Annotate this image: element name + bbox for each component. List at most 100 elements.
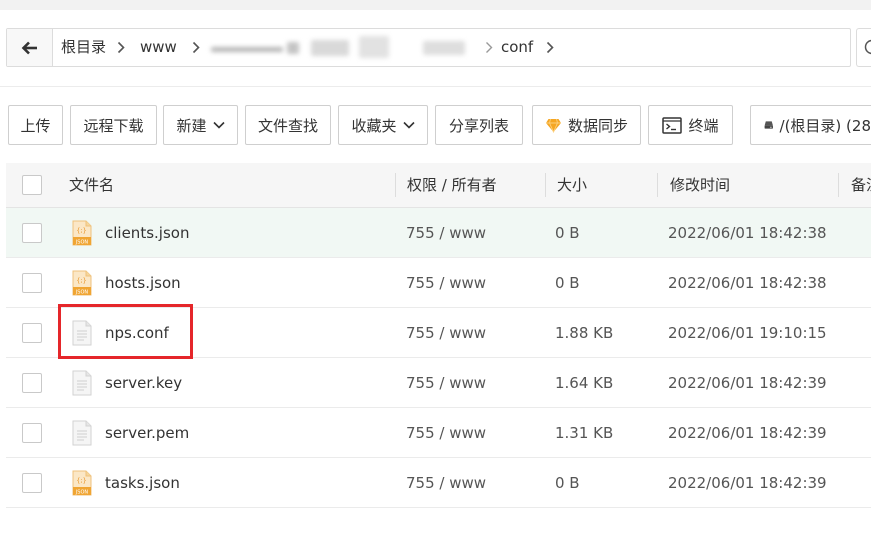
json-icon-label: JSON bbox=[75, 289, 89, 295]
row-checkbox[interactable] bbox=[22, 323, 42, 343]
json-icon-glyph: {;} bbox=[76, 477, 86, 485]
file-size: 0 B bbox=[555, 224, 580, 242]
json-file-svg: {;} JSON bbox=[72, 220, 92, 246]
select-all-checkbox[interactable] bbox=[22, 175, 42, 195]
file-search-button[interactable]: 文件查找 bbox=[245, 105, 331, 145]
table-row[interactable]: server.key 755 / www 1.64 KB 2022/06/01 18:… bbox=[6, 358, 871, 408]
file-table-header: 文件名 权限 / 所有者 大小 修改时间 备注 bbox=[6, 163, 871, 208]
breadcrumb-item-conf[interactable]: conf bbox=[501, 29, 533, 66]
search-icon bbox=[864, 39, 871, 55]
file-size: 1.88 KB bbox=[555, 324, 614, 342]
file-mtime: 2022/06/01 18:42:39 bbox=[668, 474, 827, 492]
file-permission[interactable]: 755 / www bbox=[406, 358, 486, 408]
disk-selector-label: /(根目录) (28 bbox=[779, 116, 871, 135]
row-checkbox[interactable] bbox=[22, 273, 42, 293]
table-row[interactable]: {;} JSON clients.json 755 / www 0 B 2022/06/0… bbox=[6, 208, 871, 258]
file-mtime: 2022/06/01 18:42:39 bbox=[668, 374, 827, 392]
table-row[interactable]: nps.conf 755 / www 1.88 KB 2022/06/01 19:10… bbox=[6, 304, 871, 359]
file-name[interactable]: nps.conf bbox=[105, 308, 169, 358]
json-file-icon: {;} JSON bbox=[72, 270, 92, 296]
json-icon-label: JSON bbox=[75, 489, 89, 495]
row-checkbox[interactable] bbox=[22, 423, 42, 443]
file-size: 0 B bbox=[555, 474, 580, 492]
file-permission[interactable]: 755 / www bbox=[406, 308, 486, 358]
json-file-icon: {;} JSON bbox=[72, 220, 92, 246]
column-header-note[interactable]: 备注 bbox=[851, 163, 871, 207]
data-sync-button[interactable]: 数据同步 bbox=[532, 105, 641, 145]
file-mtime: 2022/06/01 18:42:38 bbox=[668, 274, 827, 292]
row-checkbox[interactable] bbox=[22, 223, 42, 243]
json-file-svg: {;} JSON bbox=[72, 270, 92, 296]
path-breadcrumb[interactable]: 根目录 www conf bbox=[6, 28, 851, 67]
terminal-button[interactable]: 终端 bbox=[648, 105, 733, 145]
json-icon-glyph: {;} bbox=[76, 277, 86, 285]
json-file-icon: {;} JSON bbox=[72, 470, 92, 496]
data-sync-label: 数据同步 bbox=[567, 116, 628, 135]
file-name[interactable]: server.key bbox=[105, 358, 182, 408]
file-name[interactable]: tasks.json bbox=[105, 458, 180, 508]
arrow-left-icon bbox=[21, 41, 37, 54]
column-divider[interactable] bbox=[657, 173, 658, 197]
chevron-right-icon bbox=[546, 41, 554, 54]
json-icon-label: JSON bbox=[75, 239, 89, 245]
file-name[interactable]: server.pem bbox=[105, 408, 189, 458]
file-permission[interactable]: 755 / www bbox=[406, 458, 486, 508]
upload-button[interactable]: 上传 bbox=[8, 105, 63, 145]
chevron-down-icon bbox=[212, 121, 225, 129]
column-divider[interactable] bbox=[545, 173, 546, 197]
diamond-icon bbox=[545, 118, 561, 133]
text-file-svg bbox=[72, 420, 92, 446]
file-size: 1.64 KB bbox=[555, 374, 614, 392]
file-permission[interactable]: 755 / www bbox=[406, 408, 486, 458]
chevron-right-icon bbox=[486, 42, 493, 53]
file-permission[interactable]: 755 / www bbox=[406, 208, 486, 258]
file-mtime: 2022/06/01 18:42:39 bbox=[668, 424, 827, 442]
hard-disk-icon bbox=[764, 121, 773, 129]
column-header-size[interactable]: 大小 bbox=[557, 163, 587, 207]
row-checkbox[interactable] bbox=[22, 373, 42, 393]
file-size: 1.31 KB bbox=[555, 424, 614, 442]
table-row[interactable]: server.pem 755 / www 1.31 KB 2022/06/01 18:… bbox=[6, 408, 871, 458]
top-strip bbox=[0, 0, 871, 10]
file-name[interactable]: clients.json bbox=[105, 208, 189, 258]
terminal-label: 终端 bbox=[688, 116, 719, 135]
text-file-svg bbox=[72, 370, 92, 396]
chevron-right-icon bbox=[192, 41, 200, 54]
terminal-icon bbox=[662, 116, 683, 134]
remote-download-label: 远程下载 bbox=[83, 116, 144, 135]
file-mtime: 2022/06/01 19:10:15 bbox=[668, 324, 827, 342]
breadcrumb-item-www[interactable]: www bbox=[140, 29, 177, 66]
column-divider[interactable] bbox=[838, 173, 839, 197]
chevron-down-icon bbox=[402, 121, 415, 129]
json-file-svg: {;} JSON bbox=[72, 470, 92, 496]
text-file-icon bbox=[72, 370, 92, 396]
search-input[interactable] bbox=[856, 28, 871, 67]
share-list-label: 分享列表 bbox=[448, 116, 509, 135]
column-header-permission[interactable]: 权限 / 所有者 bbox=[407, 163, 497, 207]
column-header-name[interactable]: 文件名 bbox=[69, 163, 114, 207]
table-row[interactable]: {;} JSON tasks.json 755 / www 0 B 2022/06/01 … bbox=[6, 458, 871, 508]
new-dropdown-button[interactable]: 新建 bbox=[163, 105, 238, 145]
file-search-label: 文件查找 bbox=[257, 116, 318, 135]
column-header-mtime[interactable]: 修改时间 bbox=[670, 163, 730, 207]
column-divider[interactable] bbox=[395, 173, 396, 197]
divider bbox=[0, 86, 871, 87]
back-button[interactable] bbox=[7, 29, 53, 66]
remote-download-button[interactable]: 远程下载 bbox=[70, 105, 157, 145]
file-table-body: {;} JSON clients.json 755 / www 0 B 2022/06/0… bbox=[6, 208, 871, 508]
favorites-label: 收藏夹 bbox=[351, 116, 397, 135]
table-row[interactable]: {;} JSON hosts.json 755 / www 0 B 2022/06/01 … bbox=[6, 258, 871, 308]
text-file-svg bbox=[72, 320, 92, 346]
redacted-path-segment bbox=[211, 31, 483, 64]
json-icon-glyph: {;} bbox=[76, 227, 86, 235]
text-file-icon bbox=[72, 420, 92, 446]
file-permission[interactable]: 755 / www bbox=[406, 258, 486, 308]
file-name[interactable]: hosts.json bbox=[105, 258, 181, 308]
upload-button-label: 上传 bbox=[20, 116, 51, 135]
disk-selector-button[interactable]: /(根目录) (28 bbox=[750, 105, 871, 145]
chevron-right-icon bbox=[117, 41, 125, 54]
favorites-dropdown-button[interactable]: 收藏夹 bbox=[338, 105, 428, 145]
share-list-button[interactable]: 分享列表 bbox=[435, 105, 523, 145]
row-checkbox[interactable] bbox=[22, 473, 42, 493]
breadcrumb-item-root[interactable]: 根目录 bbox=[61, 29, 106, 66]
